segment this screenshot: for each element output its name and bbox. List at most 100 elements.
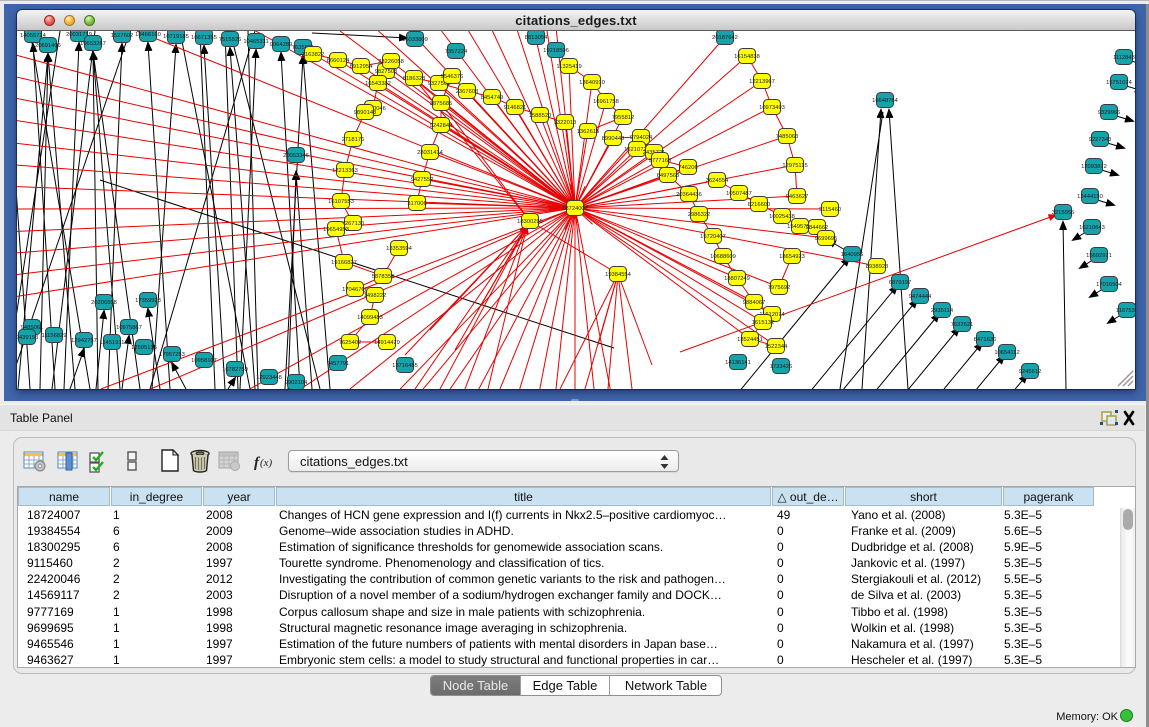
svg-text:28031414: 28031414 <box>417 150 444 156</box>
svg-text:16543382: 16543382 <box>365 81 391 87</box>
svg-text:14136141: 14136141 <box>725 360 751 366</box>
svg-text:10507487: 10507487 <box>726 191 752 197</box>
svg-text:15720407: 15720407 <box>700 234 726 240</box>
svg-text:13640910: 13640910 <box>579 80 605 86</box>
svg-text:1640956: 1640956 <box>841 252 864 258</box>
svg-text:19166827: 19166827 <box>331 260 357 266</box>
svg-text:9463627: 9463627 <box>786 194 809 200</box>
svg-text:7975692: 7975692 <box>768 285 791 291</box>
svg-text:12942757: 12942757 <box>71 338 97 344</box>
svg-text:19654953: 19654953 <box>323 227 349 233</box>
svg-text:8990443: 8990443 <box>602 136 625 142</box>
svg-text:7163822: 7163822 <box>302 52 325 58</box>
svg-text:9474444: 9474444 <box>909 294 932 300</box>
svg-text:9115460: 9115460 <box>819 207 841 213</box>
svg-text:13353594: 13353594 <box>386 246 413 252</box>
svg-text:10958107: 10958107 <box>191 358 217 364</box>
svg-text:9827503: 9827503 <box>375 69 398 75</box>
svg-text:1112843: 1112843 <box>1113 55 1135 61</box>
svg-text:9890143: 9890143 <box>354 110 377 116</box>
svg-text:16648784: 16648784 <box>872 98 899 104</box>
svg-text:9457791: 9457791 <box>327 361 350 367</box>
svg-text:12444150: 12444150 <box>1077 194 1103 200</box>
svg-text:1588520: 1588520 <box>529 113 552 119</box>
svg-text:12093872: 12093872 <box>1081 164 1107 170</box>
svg-text:9146821: 9146821 <box>504 105 527 111</box>
svg-text:11156829: 11156829 <box>42 333 67 339</box>
svg-text:9546376: 9546376 <box>441 74 464 80</box>
svg-text:1527602: 1527602 <box>111 33 134 39</box>
svg-text:17016504: 17016504 <box>1096 282 1123 288</box>
svg-text:10975867: 10975867 <box>116 325 142 331</box>
svg-text:3624554: 3624554 <box>706 178 729 184</box>
svg-text:(x): (x) <box>260 457 273 469</box>
svg-text:18724007: 18724007 <box>562 206 588 212</box>
svg-text:3875685: 3875685 <box>430 101 453 107</box>
svg-text:8216600: 8216600 <box>748 202 771 208</box>
svg-text:18466160: 18466160 <box>135 32 161 38</box>
svg-text:18654923: 18654923 <box>779 254 805 260</box>
svg-text:1362615: 1362615 <box>577 129 600 135</box>
svg-text:12213363: 12213363 <box>332 168 358 174</box>
svg-text:8454749: 8454749 <box>481 95 504 101</box>
svg-text:16210643: 16210643 <box>1079 225 1105 231</box>
svg-text:9902104: 9902104 <box>285 380 308 386</box>
svg-text:10653267: 10653267 <box>80 41 106 47</box>
svg-text:1733426: 1733426 <box>770 364 793 370</box>
svg-text:9329966: 9329966 <box>1098 110 1121 116</box>
svg-text:9245612: 9245612 <box>1019 369 1042 375</box>
svg-text:9427552: 9427552 <box>411 177 434 183</box>
svg-text:8938923: 8938923 <box>866 264 889 270</box>
svg-text:2718176: 2718176 <box>342 137 365 143</box>
svg-text:12213967: 12213967 <box>749 79 775 85</box>
svg-text:1522344: 1522344 <box>765 344 788 350</box>
svg-text:20206558: 20206558 <box>91 300 117 306</box>
svg-text:20187642: 20187642 <box>712 35 738 41</box>
svg-text:1498222: 1498222 <box>364 293 387 299</box>
svg-text:10688609: 10688609 <box>710 254 736 260</box>
svg-text:9242845: 9242845 <box>430 123 453 129</box>
svg-text:9439153: 9439153 <box>17 335 38 341</box>
svg-text:11451911: 11451911 <box>100 340 125 346</box>
svg-text:14099483: 14099483 <box>357 315 383 321</box>
svg-text:8471636: 8471636 <box>974 337 997 343</box>
svg-text:19384554: 19384554 <box>605 272 632 278</box>
svg-text:5878352: 5878352 <box>372 274 395 280</box>
svg-text:6879197: 6879197 <box>889 280 912 286</box>
svg-text:16782759: 16782759 <box>222 367 248 373</box>
svg-text:8186328: 8186328 <box>403 76 426 82</box>
svg-text:15751074: 15751074 <box>1106 80 1133 86</box>
svg-text:14914479: 14914479 <box>374 340 400 346</box>
svg-text:7632621: 7632621 <box>951 322 974 328</box>
svg-text:16107553: 16107553 <box>328 199 354 205</box>
svg-text:12505135: 12505135 <box>131 345 157 351</box>
svg-text:17957253: 17957253 <box>159 352 185 358</box>
svg-text:9064289: 9064289 <box>270 42 293 48</box>
svg-text:20053346: 20053346 <box>283 153 309 159</box>
svg-text:7515526: 7515526 <box>219 37 242 43</box>
svg-text:1615132: 1615132 <box>752 320 775 326</box>
svg-text:16033809: 16033809 <box>402 37 428 43</box>
svg-text:6497568: 6497568 <box>657 173 680 179</box>
svg-text:18807249: 18807249 <box>724 276 750 282</box>
svg-text:15692971: 15692971 <box>1086 253 1112 259</box>
svg-text:12923448: 12923448 <box>256 375 282 381</box>
svg-text:16154838: 16154838 <box>734 54 760 60</box>
svg-text:13716485: 13716485 <box>392 363 418 369</box>
svg-text:9777169: 9777169 <box>649 158 672 164</box>
svg-text:7485063: 7485063 <box>776 134 799 140</box>
svg-text:10465311: 10465311 <box>243 39 268 45</box>
svg-text:13524451: 13524451 <box>737 337 763 343</box>
svg-text:17359928: 17359928 <box>135 298 161 304</box>
svg-text:317006: 317006 <box>407 201 426 207</box>
svg-text:8813054: 8813054 <box>525 35 548 41</box>
svg-text:10973493: 10973493 <box>759 105 785 111</box>
svg-text:9699695: 9699695 <box>815 236 838 242</box>
svg-text:19218506: 19218506 <box>543 48 569 54</box>
svg-text:10719185: 10719185 <box>163 34 189 40</box>
svg-text:7955812: 7955812 <box>612 115 635 121</box>
svg-text:746206: 746206 <box>678 165 697 171</box>
svg-text:20364436: 20364436 <box>676 192 702 198</box>
svg-text:23226058: 23226058 <box>378 59 404 65</box>
svg-text:3215955: 3215955 <box>1052 210 1075 216</box>
